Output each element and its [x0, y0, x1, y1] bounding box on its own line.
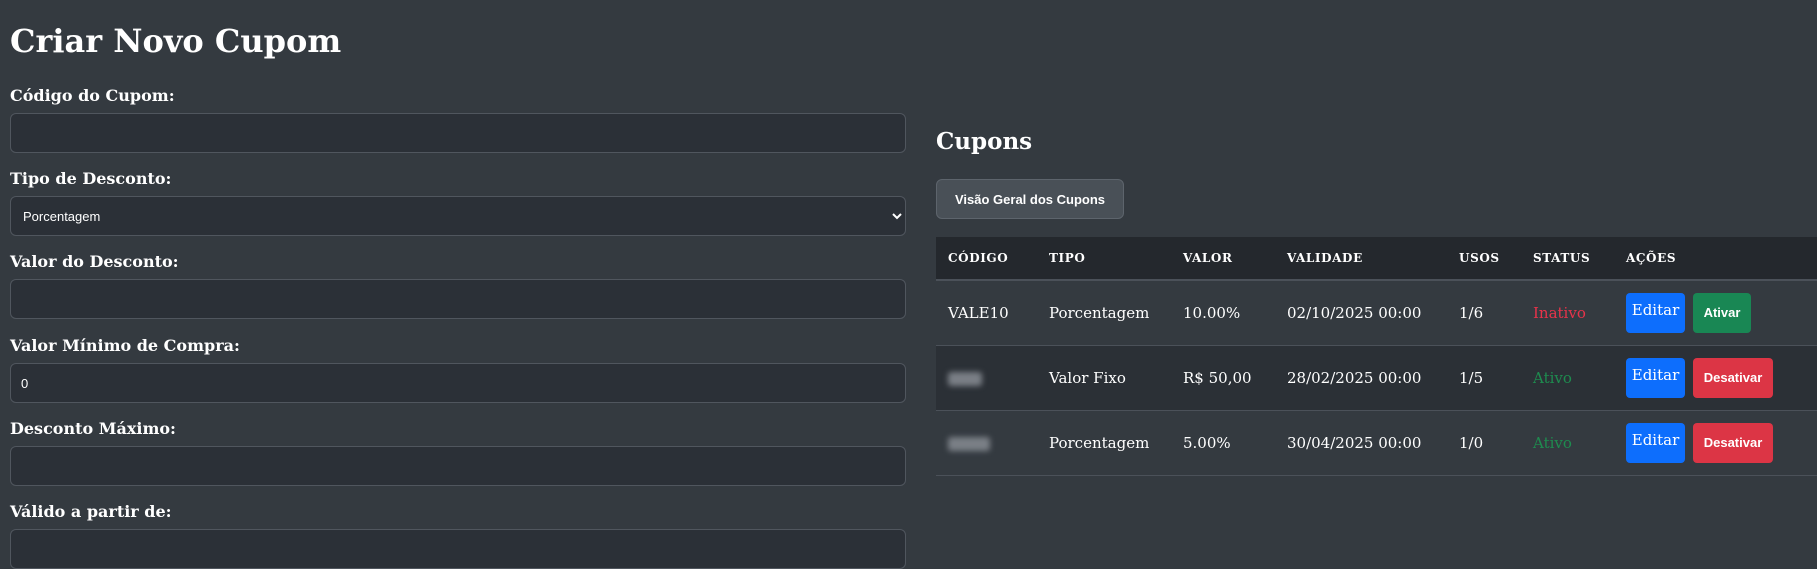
- redacted-code: [948, 436, 990, 451]
- coupon-code: VALE10: [936, 280, 1037, 346]
- coupon-code-label: Código do Cupom:: [10, 86, 175, 105]
- coupons-overview-button[interactable]: Visão Geral dos Cupons: [936, 179, 1124, 219]
- col-header-type: TIPO: [1037, 237, 1171, 281]
- coupon-code-redacted: [936, 410, 1037, 476]
- coupon-type: Porcentagem: [1037, 280, 1171, 346]
- table-row: Valor Fixo R$ 50,00 28/02/2025 00:00 1/5…: [936, 345, 1817, 411]
- col-header-actions: AÇÕES: [1614, 237, 1817, 281]
- coupon-uses: 1/0: [1447, 410, 1521, 476]
- col-header-uses: USOS: [1447, 237, 1521, 281]
- col-header-status: STATUS: [1521, 237, 1614, 281]
- edit-button[interactable]: Editar: [1626, 422, 1685, 463]
- col-header-code: CÓDIGO: [936, 237, 1037, 281]
- activate-button[interactable]: Ativar: [1693, 292, 1751, 333]
- col-header-validity: VALIDADE: [1275, 237, 1447, 281]
- coupon-code-input[interactable]: [10, 113, 906, 153]
- page-title: Criar Novo Cupom: [10, 22, 342, 60]
- table-row: VALE10 Porcentagem 10.00% 02/10/2025 00:…: [936, 280, 1817, 346]
- deactivate-button[interactable]: Desativar: [1693, 422, 1773, 463]
- redacted-code: [948, 371, 982, 386]
- coupon-type: Valor Fixo: [1037, 345, 1171, 411]
- coupon-type: Porcentagem: [1037, 410, 1171, 476]
- coupon-uses: 1/6: [1447, 280, 1521, 346]
- coupon-actions: Editar Ativar: [1614, 280, 1817, 346]
- edit-button[interactable]: Editar: [1626, 357, 1685, 398]
- table-row: Porcentagem 5.00% 30/04/2025 00:00 1/0 A…: [936, 410, 1817, 476]
- edit-button[interactable]: Editar: [1626, 292, 1685, 333]
- valid-from-input[interactable]: [10, 529, 906, 569]
- min-purchase-input[interactable]: [10, 363, 906, 403]
- min-purchase-label: Valor Mínimo de Compra:: [10, 336, 240, 355]
- deactivate-button[interactable]: Desativar: [1693, 357, 1773, 398]
- coupon-value: 10.00%: [1171, 280, 1275, 346]
- coupon-actions: Editar Desativar: [1614, 410, 1817, 476]
- coupons-table: CÓDIGO TIPO VALOR VALIDADE USOS STATUS A…: [936, 237, 1817, 476]
- coupon-actions: Editar Desativar: [1614, 345, 1817, 411]
- max-discount-input[interactable]: [10, 446, 906, 486]
- col-header-value: VALOR: [1171, 237, 1275, 281]
- table-header-row: CÓDIGO TIPO VALOR VALIDADE USOS STATUS A…: [936, 237, 1817, 281]
- coupon-value: 5.00%: [1171, 410, 1275, 476]
- coupon-status: Ativo: [1521, 410, 1614, 476]
- discount-type-label: Tipo de Desconto:: [10, 169, 172, 188]
- coupon-status: Inativo: [1521, 280, 1614, 346]
- coupon-value: R$ 50,00: [1171, 345, 1275, 411]
- valid-from-label: Válido a partir de:: [10, 502, 172, 521]
- coupon-uses: 1/5: [1447, 345, 1521, 411]
- max-discount-label: Desconto Máximo:: [10, 419, 176, 438]
- coupon-status: Ativo: [1521, 345, 1614, 411]
- coupon-validity: 30/04/2025 00:00: [1275, 410, 1447, 476]
- coupon-validity: 02/10/2025 00:00: [1275, 280, 1447, 346]
- discount-value-input[interactable]: [10, 279, 906, 319]
- coupon-code-redacted: [936, 345, 1037, 411]
- discount-type-select[interactable]: Porcentagem: [10, 196, 906, 236]
- discount-value-label: Valor do Desconto:: [10, 252, 179, 271]
- coupons-title: Cupons: [936, 128, 1033, 155]
- coupon-validity: 28/02/2025 00:00: [1275, 345, 1447, 411]
